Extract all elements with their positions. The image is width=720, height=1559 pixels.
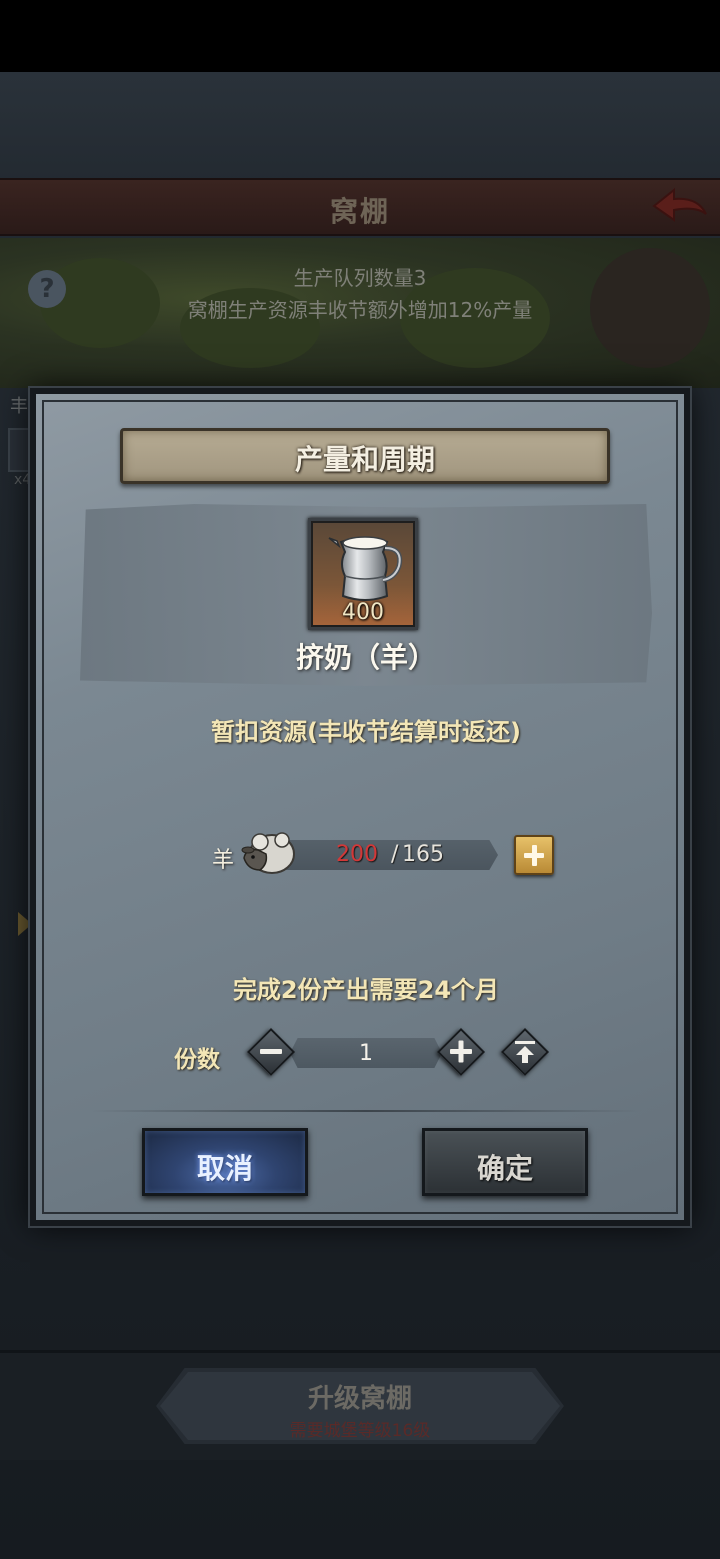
sheep-icon	[241, 832, 295, 874]
back-arrow-icon[interactable]	[648, 184, 712, 228]
cancel-button[interactable]: 取消	[142, 1128, 308, 1196]
background-left-count: x4	[14, 472, 32, 488]
background-info-line-2: 窝棚生产资源丰收节额外增加12%产量	[187, 298, 533, 322]
upgrade-requirement: 需要城堡等级16级	[289, 1421, 431, 1441]
confirm-button-label: 确定	[476, 1152, 533, 1185]
background-left-label: 丰	[10, 396, 28, 417]
confirm-button[interactable]: 确定	[422, 1128, 588, 1196]
milk-jug-icon	[328, 536, 403, 601]
resource-separator: /	[391, 842, 399, 867]
background-info-line-1: 生产队列数量3	[293, 266, 427, 290]
quantity-label: 份数	[174, 1047, 220, 1073]
background-title: 窝棚	[329, 195, 390, 228]
quantity-value: 1	[359, 1041, 373, 1066]
upgrade-button-label: 升级窝棚	[307, 1384, 412, 1414]
max-quantity-button[interactable]	[500, 1027, 550, 1077]
product-name: 挤奶（羊）	[295, 641, 436, 674]
add-resource-button[interactable]	[514, 835, 554, 875]
background-left-tile	[8, 428, 32, 472]
resource-have-amount: 200	[336, 842, 378, 867]
minus-icon	[260, 1049, 282, 1054]
dialog-title: 产量和周期	[294, 443, 435, 476]
dialog-divider	[90, 1110, 642, 1112]
status-bar	[0, 0, 720, 72]
cancel-button-label: 取消	[196, 1152, 253, 1185]
resource-name: 羊	[212, 848, 235, 873]
increase-quantity-button[interactable]	[436, 1027, 486, 1077]
product-quantity: 400	[342, 600, 384, 625]
plus-icon	[450, 1040, 472, 1063]
production-duration-text: 完成2份产出需要24个月	[232, 976, 500, 1004]
deduct-resources-label: 暂扣资源(丰收节结算时返还)	[211, 718, 521, 746]
resource-amount-bar	[282, 840, 498, 870]
resource-need-amount: 165	[402, 842, 444, 867]
decrease-quantity-button[interactable]	[246, 1027, 296, 1077]
max-arrow-icon	[515, 1041, 535, 1063]
production-dialog: 产量和周期 400 挤奶（羊） 暂扣资源(丰收节结算时返还) 羊 200 / 1…	[30, 388, 690, 1226]
